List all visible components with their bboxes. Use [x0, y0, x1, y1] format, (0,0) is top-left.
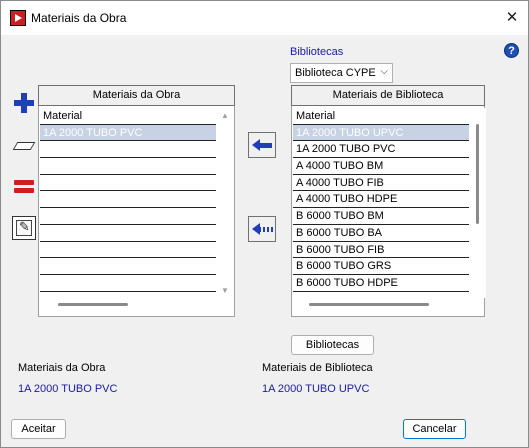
- scroll-thumb[interactable]: [58, 303, 128, 306]
- library-vertical-scrollbar[interactable]: [469, 108, 486, 298]
- list-item[interactable]: 1A 2000 TUBO PVC: [293, 141, 469, 159]
- obra-selected-label: Materiais da Obra: [18, 362, 106, 374]
- library-materials-list[interactable]: Material 1A 2000 TUBO UPVC 1A 2000 TUBO …: [293, 108, 469, 298]
- library-select[interactable]: Biblioteca CYPE ⌵: [290, 63, 393, 83]
- list-item[interactable]: 1A 2000 TUBO PVC: [40, 124, 216, 142]
- obra-materials-list[interactable]: Material 1A 2000 TUBO PVC: [40, 108, 216, 298]
- obra-selected-value: 1A 2000 TUBO PVC: [18, 383, 118, 395]
- library-horizontal-scrollbar[interactable]: [293, 299, 469, 309]
- list-item[interactable]: [40, 275, 216, 292]
- list-item[interactable]: 1A 2000 TUBO UPVC: [293, 124, 469, 142]
- bibliotecas-button[interactable]: Bibliotecas: [291, 335, 374, 355]
- obra-vertical-scrollbar[interactable]: ▲ ▼: [217, 108, 234, 298]
- copy-to-obra-button[interactable]: [248, 132, 276, 158]
- list-item[interactable]: A 4000 TUBO FIB: [293, 175, 469, 192]
- obra-horizontal-scrollbar[interactable]: [40, 299, 216, 309]
- scroll-down-arrow-icon[interactable]: ▼: [221, 286, 229, 295]
- list-item[interactable]: [40, 158, 216, 175]
- dialog-window: Materiais da Obra ✕ ? Bibliotecas Biblio…: [0, 0, 529, 448]
- window-title: Materiais da Obra: [31, 11, 127, 25]
- copy-all-to-obra-button[interactable]: [248, 216, 276, 242]
- edit-icon[interactable]: [12, 216, 36, 240]
- chevron-down-icon: ⌵: [380, 66, 388, 77]
- list-item[interactable]: B 6000 TUBO GRS: [293, 258, 469, 275]
- list-item[interactable]: A 4000 TUBO HDPE: [293, 191, 469, 209]
- app-icon: [10, 10, 26, 26]
- list-item[interactable]: B 6000 TUBO BA: [293, 225, 469, 242]
- list-item[interactable]: [40, 242, 216, 259]
- scroll-thumb[interactable]: [476, 124, 479, 224]
- list-item[interactable]: B 6000 TUBO FIB: [293, 242, 469, 259]
- list-item[interactable]: [40, 141, 216, 159]
- list-item[interactable]: B 6000 TUBO HDPE: [293, 275, 469, 292]
- list-item[interactable]: [40, 191, 216, 209]
- column-header-material[interactable]: Material: [40, 108, 216, 125]
- list-item[interactable]: A 4000 TUBO BM: [293, 158, 469, 175]
- cancelar-button[interactable]: Cancelar: [403, 419, 466, 439]
- library-select-value: Biblioteca CYPE: [295, 67, 376, 79]
- equal-icon[interactable]: [12, 175, 36, 199]
- library-selected-value: 1A 2000 TUBO UPVC: [262, 383, 370, 395]
- add-material-icon[interactable]: [12, 91, 36, 115]
- library-panel-header: Materiais de Biblioteca: [291, 85, 485, 106]
- list-item[interactable]: [40, 208, 216, 225]
- scroll-thumb[interactable]: [309, 303, 429, 306]
- list-item[interactable]: [40, 175, 216, 192]
- list-item[interactable]: B 6000 TUBO BM: [293, 208, 469, 225]
- eraser-icon[interactable]: [12, 134, 36, 158]
- list-item[interactable]: [40, 225, 216, 242]
- column-header-material[interactable]: Material: [293, 108, 469, 125]
- scroll-up-arrow-icon[interactable]: ▲: [221, 111, 229, 120]
- close-button[interactable]: ✕: [496, 1, 528, 35]
- list-item[interactable]: [40, 258, 216, 275]
- title-bar: Materiais da Obra ✕: [1, 1, 528, 35]
- library-label: Bibliotecas: [290, 46, 344, 58]
- library-selected-label: Materiais de Biblioteca: [262, 362, 373, 374]
- help-icon[interactable]: ?: [504, 43, 519, 58]
- aceitar-button[interactable]: Aceitar: [11, 419, 66, 439]
- obra-panel-header: Materiais da Obra: [38, 85, 235, 106]
